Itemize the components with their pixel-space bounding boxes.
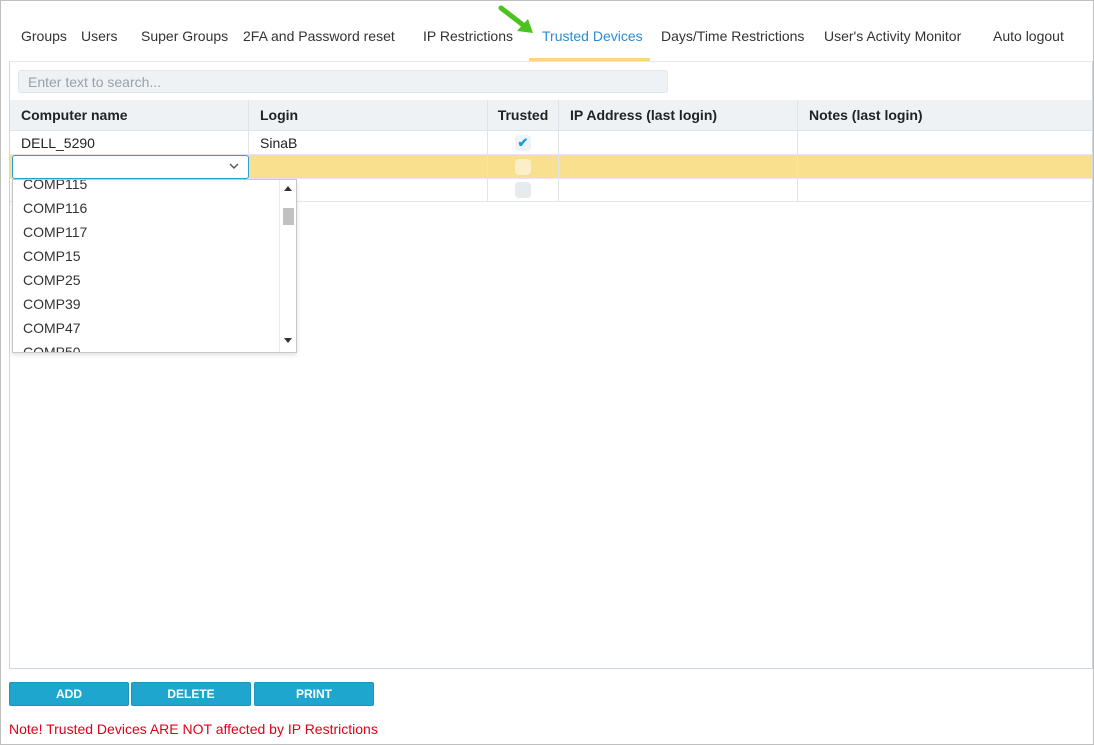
tab-users-activity-monitor[interactable]: User's Activity Monitor: [824, 28, 961, 44]
tab-users[interactable]: Users: [81, 28, 118, 44]
dropdown-option[interactable]: COMP39: [13, 292, 281, 316]
dropdown-option[interactable]: COMP50: [13, 340, 281, 352]
tab-2fa-password-reset[interactable]: 2FA and Password reset: [243, 28, 395, 44]
trusted-devices-window: Groups Users Super Groups 2FA and Passwo…: [0, 0, 1094, 745]
notes-cell[interactable]: [798, 131, 1092, 154]
dropdown-options: COMP115 COMP116 COMP117 COMP15 COMP25 CO…: [13, 180, 281, 352]
scroll-up-arrow-icon[interactable]: [284, 186, 292, 191]
grid-header: Computer name Login Trusted IP Address (…: [10, 100, 1092, 131]
green-arrow-icon: [498, 5, 533, 33]
login-cell[interactable]: [249, 155, 488, 178]
column-header-ip-address[interactable]: IP Address (last login): [559, 100, 798, 130]
ip-restrictions-note: Note! Trusted Devices ARE NOT affected b…: [9, 721, 378, 737]
dropdown-option[interactable]: COMP25: [13, 268, 281, 292]
ip-address-cell[interactable]: [559, 179, 798, 201]
delete-button[interactable]: DELETE: [131, 682, 251, 706]
dropdown-scrollbar[interactable]: [279, 180, 296, 352]
trusted-checkbox[interactable]: [515, 182, 531, 198]
column-header-login[interactable]: Login: [249, 100, 488, 130]
tab-trusted-devices[interactable]: Trusted Devices: [542, 28, 643, 44]
trusted-cell: [488, 179, 559, 201]
trusted-cell: ✔: [488, 131, 559, 154]
ip-address-cell[interactable]: [559, 155, 798, 178]
trusted-checkbox[interactable]: ✔: [515, 134, 531, 151]
computer-name-cell[interactable]: DELL_5290: [10, 131, 249, 154]
dropdown-option[interactable]: COMP47: [13, 316, 281, 340]
scrollbar-thumb[interactable]: [283, 208, 294, 225]
table-row[interactable]: DELL_5290 SinaB ✔: [10, 131, 1092, 155]
scroll-down-arrow-icon[interactable]: [284, 338, 292, 343]
trusted-cell: [488, 155, 559, 178]
login-cell[interactable]: SinaB: [249, 131, 488, 154]
tab-groups[interactable]: Groups: [21, 28, 67, 44]
print-button[interactable]: PRINT: [254, 682, 374, 706]
column-header-computer-name[interactable]: Computer name: [10, 100, 249, 130]
ip-address-cell[interactable]: [559, 131, 798, 154]
trusted-devices-panel: Computer name Login Trusted IP Address (…: [9, 61, 1093, 669]
tab-days-time-restrictions[interactable]: Days/Time Restrictions: [661, 28, 804, 44]
trusted-checkbox[interactable]: [515, 158, 531, 175]
search-input[interactable]: [18, 70, 668, 93]
column-header-trusted[interactable]: Trusted: [488, 100, 559, 130]
chevron-down-icon[interactable]: [228, 160, 240, 175]
computer-name-dropdown-list[interactable]: COMP115 COMP116 COMP117 COMP15 COMP25 CO…: [12, 179, 297, 353]
tab-bar: Groups Users Super Groups 2FA and Passwo…: [1, 1, 1093, 61]
computer-name-combobox[interactable]: [12, 155, 249, 179]
add-button[interactable]: ADD: [9, 682, 129, 706]
dropdown-option[interactable]: COMP117: [13, 220, 281, 244]
dropdown-option[interactable]: COMP115: [13, 180, 281, 196]
tab-super-groups[interactable]: Super Groups: [141, 28, 228, 44]
tab-auto-logout[interactable]: Auto logout: [993, 28, 1064, 44]
dropdown-option[interactable]: COMP15: [13, 244, 281, 268]
column-header-notes[interactable]: Notes (last login): [798, 100, 1092, 130]
dropdown-option[interactable]: COMP116: [13, 196, 281, 220]
notes-cell[interactable]: [798, 155, 1092, 178]
notes-cell[interactable]: [798, 179, 1092, 201]
